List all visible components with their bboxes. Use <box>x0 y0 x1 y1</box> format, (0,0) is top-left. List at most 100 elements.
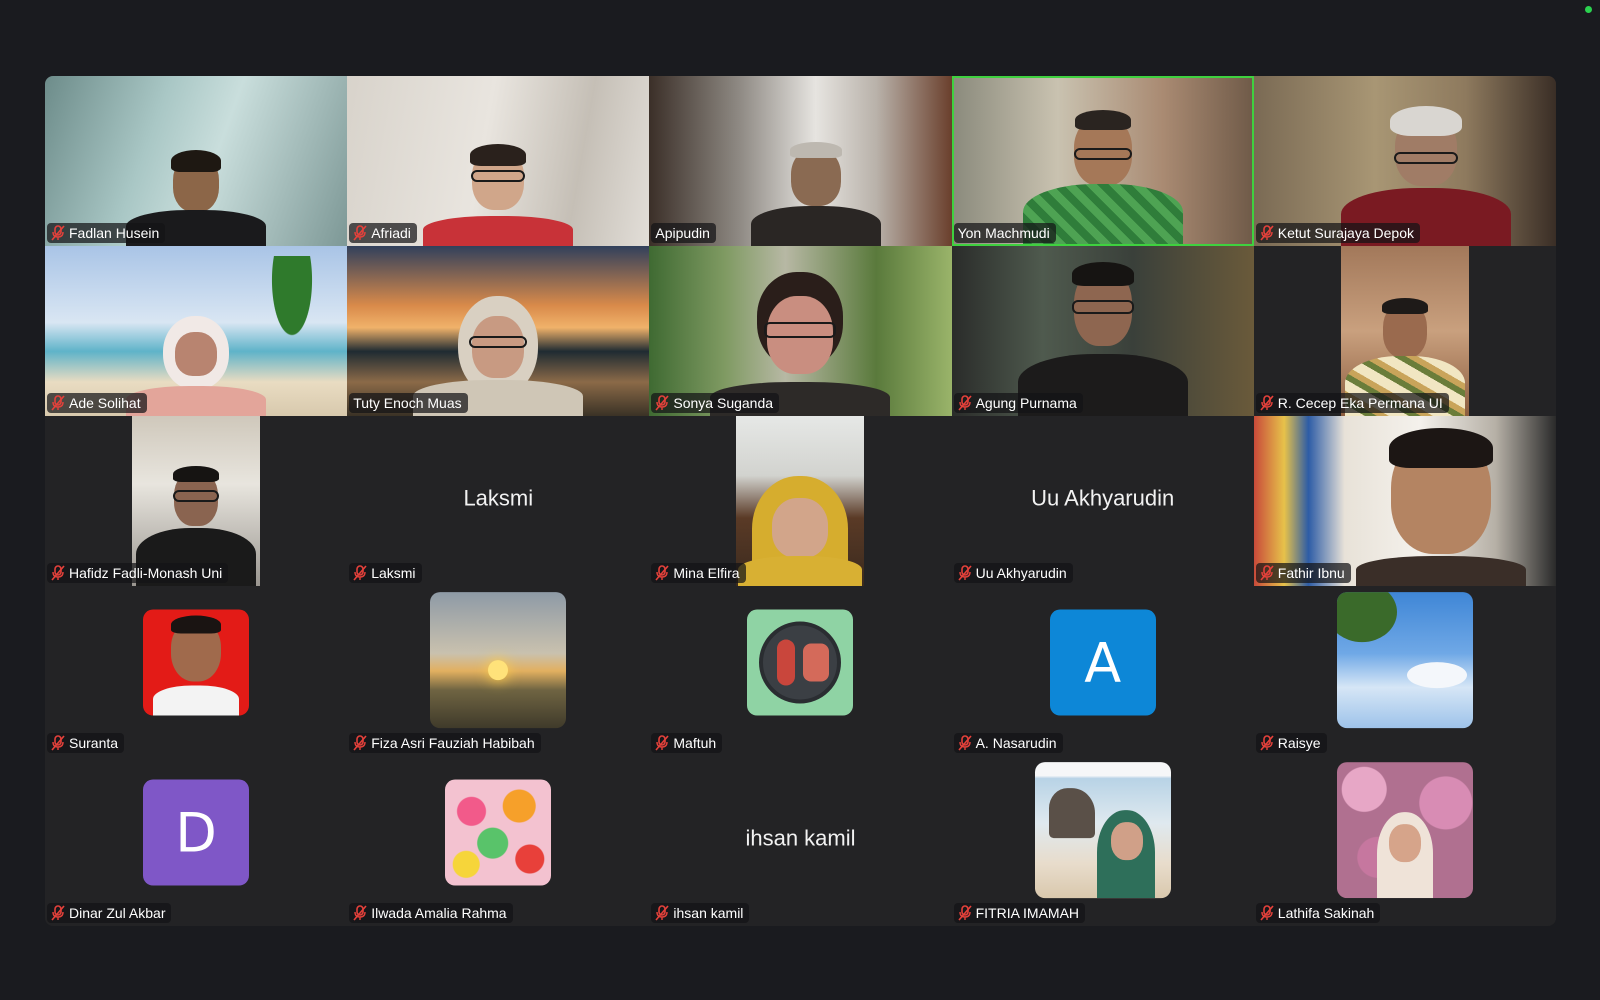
participant-name: Sonya Suganda <box>673 395 774 411</box>
video-feed <box>649 246 952 416</box>
video-feed <box>1253 416 1556 586</box>
participant-name-label: Tuty Enoch Muas <box>349 393 468 413</box>
microphone-muted-icon <box>957 905 972 921</box>
participant-name-label: Agung Purnama <box>953 393 1083 413</box>
video-feed <box>347 246 650 416</box>
participant-name: Ketut Surajaya Depok <box>1277 225 1414 241</box>
participant-tile-active-speaker[interactable]: Yon Machmudi <box>951 76 1254 246</box>
participant-name-label: Sonya Suganda <box>651 393 780 413</box>
microphone-muted-icon <box>353 905 367 921</box>
participant-tile[interactable]: A A. Nasarudin <box>951 586 1254 756</box>
participant-tile[interactable]: Sonya Suganda <box>649 246 952 416</box>
participant-tile[interactable]: Fathir Ibnu <box>1253 416 1556 586</box>
participant-tile[interactable]: FITRIA IMAMAH <box>951 756 1254 926</box>
participant-name: Mina Elfira <box>673 565 740 581</box>
profile-photo <box>1336 592 1473 729</box>
participant-tile[interactable]: Raisye <box>1253 586 1556 756</box>
participant-tile[interactable]: Lathifa Sakinah <box>1253 756 1556 926</box>
participant-tile[interactable]: Ade Solihat <box>45 246 348 416</box>
profile-photo <box>430 592 567 729</box>
participant-tile[interactable]: Suranta <box>45 586 348 756</box>
participant-name-label: Fadlan Husein <box>47 223 166 243</box>
participant-name-label: Suranta <box>47 733 125 753</box>
video-feed <box>951 246 1254 416</box>
participant-tile[interactable]: Mina Elfira <box>649 416 952 586</box>
microphone-muted-icon <box>655 905 669 921</box>
participant-tile[interactable]: Hafidz Fadli-Monash Uni <box>45 416 348 586</box>
status-indicator-icon <box>1585 6 1592 13</box>
participant-name: Tuty Enoch Muas <box>353 395 462 411</box>
participant-name-label: Uu Akhyarudin <box>953 563 1073 583</box>
avatar-initial: A <box>1084 631 1122 695</box>
participant-name: Yon Machmudi <box>957 225 1050 241</box>
microphone-muted-icon <box>1260 395 1274 411</box>
participant-tile[interactable]: Maftuh <box>649 586 952 756</box>
video-feed <box>951 76 1254 246</box>
participant-name-label: Ilwada Amalia Rahma <box>349 903 513 923</box>
participant-tile[interactable]: R. Cecep Eka Permana UI <box>1253 246 1556 416</box>
participant-name: Uu Akhyarudin <box>975 565 1067 581</box>
microphone-muted-icon <box>353 565 367 581</box>
participant-tile[interactable]: D Dinar Zul Akbar <box>45 756 348 926</box>
video-feed <box>1340 246 1469 416</box>
participant-name-label: A. Nasarudin <box>953 733 1063 753</box>
participant-name: Lathifa Sakinah <box>1277 905 1375 921</box>
participant-name-label: Lathifa Sakinah <box>1255 903 1381 923</box>
microphone-muted-icon <box>353 225 367 241</box>
microphone-muted-icon <box>957 735 972 751</box>
profile-photo <box>1336 762 1473 899</box>
microphone-muted-icon <box>1260 735 1274 751</box>
participant-name: Dinar Zul Akbar <box>69 905 166 921</box>
participant-tile[interactable]: Ilwada Amalia Rahma <box>347 756 650 926</box>
participant-tile[interactable]: ihsan kamil ihsan kamil <box>649 756 952 926</box>
participant-name-label: Fathir Ibnu <box>1255 563 1351 583</box>
zoom-gallery-window: Fadlan Husein Afriadi Apipudin Yon Machm… <box>0 0 1600 1000</box>
candy-icon <box>445 779 552 886</box>
participant-name: Apipudin <box>655 225 710 241</box>
microphone-muted-icon <box>1260 905 1274 921</box>
participant-tile[interactable]: Tuty Enoch Muas <box>347 246 650 416</box>
participant-name: Agung Purnama <box>975 395 1077 411</box>
grill-icon <box>747 609 854 716</box>
participant-tile[interactable]: Uu Akhyarudin Uu Akhyarudin <box>951 416 1254 586</box>
microphone-muted-icon <box>1260 225 1274 241</box>
initial-avatar: A <box>1049 609 1156 716</box>
participant-name-label: Ade Solihat <box>47 393 147 413</box>
participant-name-label: FITRIA IMAMAH <box>953 903 1086 923</box>
microphone-muted-icon <box>51 905 65 921</box>
profile-photo <box>143 609 250 716</box>
participant-display-name: ihsan kamil <box>745 825 856 851</box>
participant-display-name: Laksmi <box>463 485 534 511</box>
participant-name: Afriadi <box>371 225 411 241</box>
participant-name-label: Apipudin <box>651 223 716 243</box>
microphone-muted-icon <box>655 395 669 411</box>
video-feed <box>649 76 952 246</box>
microphone-muted-icon <box>51 225 65 241</box>
microphone-muted-icon <box>51 735 65 751</box>
participant-name: Fadlan Husein <box>69 225 160 241</box>
video-feed <box>736 416 865 586</box>
microphone-muted-icon <box>51 395 65 411</box>
participant-name: A. Nasarudin <box>975 735 1057 751</box>
participant-tile[interactable]: Afriadi <box>347 76 650 246</box>
participant-name: ihsan kamil <box>673 905 744 921</box>
participant-name: Ilwada Amalia Rahma <box>371 905 507 921</box>
participant-name: Ade Solihat <box>69 395 141 411</box>
video-feed <box>45 76 348 246</box>
participant-name-label: Maftuh <box>651 733 723 753</box>
microphone-muted-icon <box>655 565 669 581</box>
participant-tile[interactable]: Laksmi Laksmi <box>347 416 650 586</box>
participant-name-label: Mina Elfira <box>651 563 746 583</box>
participant-tile[interactable]: Ketut Surajaya Depok <box>1253 76 1556 246</box>
participant-tile[interactable]: Apipudin <box>649 76 952 246</box>
participant-name-label: Afriadi <box>349 223 417 243</box>
participant-name: Maftuh <box>673 735 717 751</box>
participant-tile[interactable]: Fiza Asri Fauziah Habibah <box>347 586 650 756</box>
microphone-muted-icon <box>353 735 367 751</box>
microphone-muted-icon <box>1260 565 1274 581</box>
participant-name-label: Raisye <box>1255 733 1327 753</box>
participant-tile[interactable]: Agung Purnama <box>951 246 1254 416</box>
participant-tile[interactable]: Fadlan Husein <box>45 76 348 246</box>
participant-name-label: Fiza Asri Fauziah Habibah <box>349 733 541 753</box>
participant-name-label: Yon Machmudi <box>953 223 1056 243</box>
